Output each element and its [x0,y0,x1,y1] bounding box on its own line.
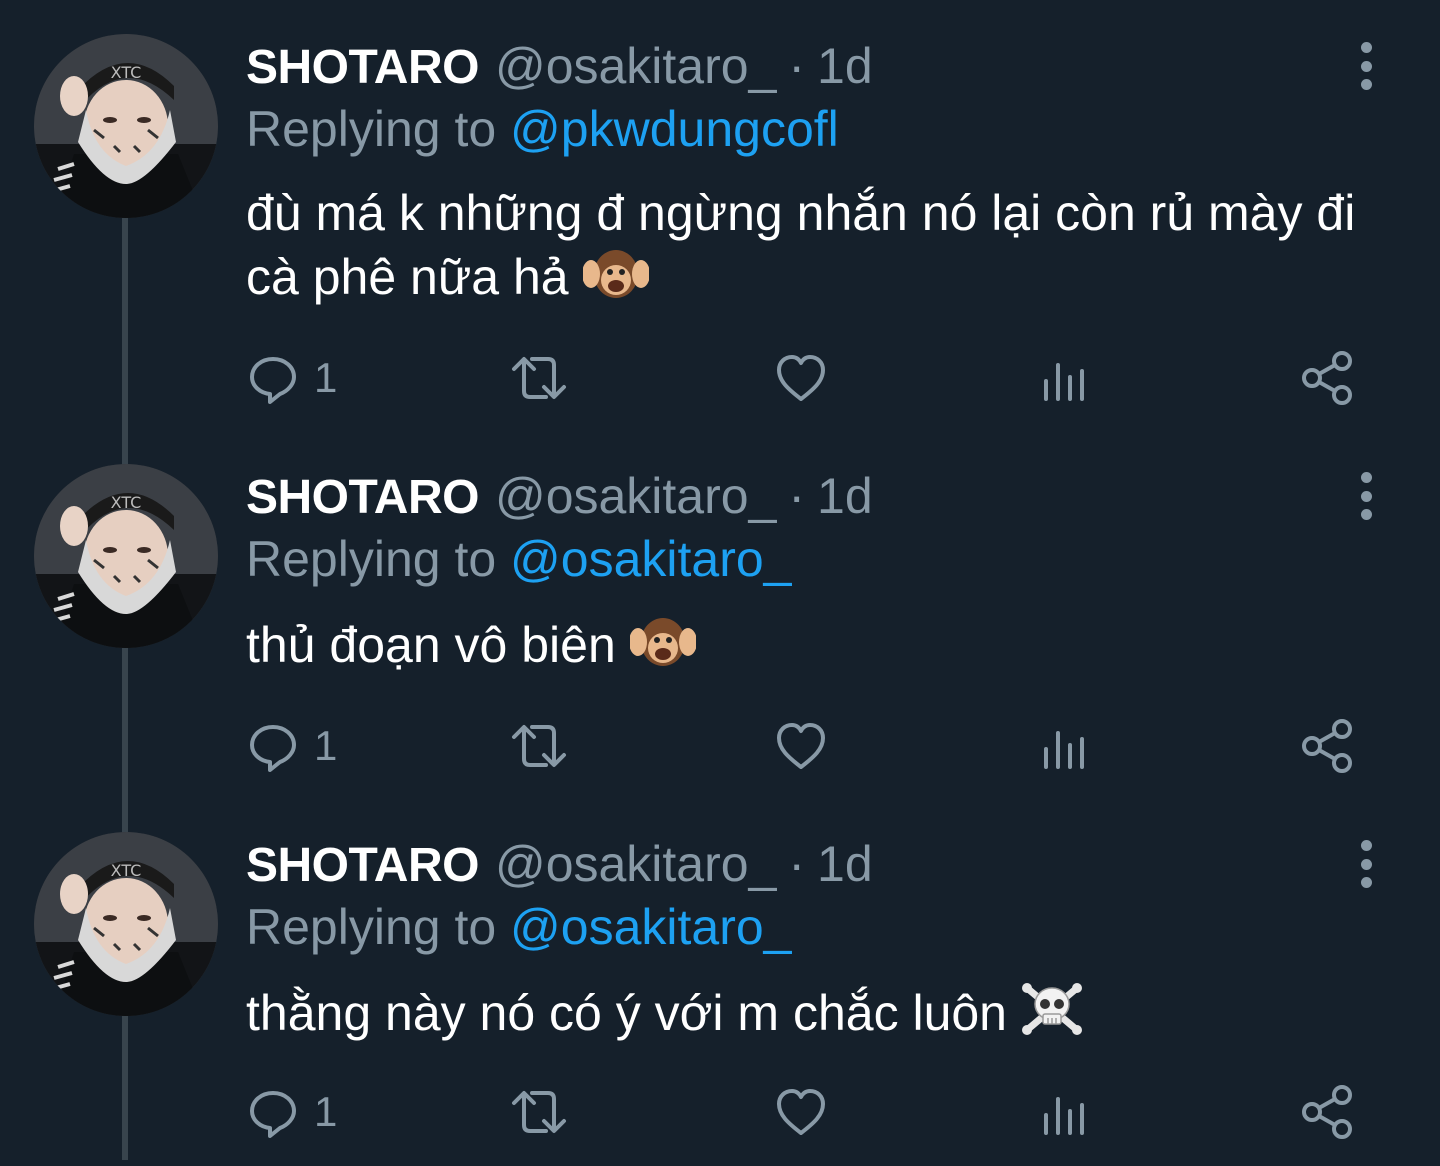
display-name[interactable]: SHOTARO [246,38,479,98]
tweet-actions: 1 [246,1080,1366,1144]
tweet[interactable]: XTC SHOTARO @osakitaro_ · 1d Replying to… [0,0,1440,405]
tweet-header: SHOTARO @osakitaro_ · 1d [246,36,873,96]
replying-to-label: Replying to [246,531,511,587]
hear-no-evil-monkey-icon [581,244,650,316]
separator: · [788,836,806,892]
analytics-button[interactable] [1040,1080,1088,1144]
avatar[interactable]: XTC [34,464,218,648]
tweet-header: SHOTARO @osakitaro_ · 1d [246,466,873,526]
separator: · [788,468,806,524]
avatar[interactable]: XTC [34,34,218,218]
reply-count: 1 [314,722,338,769]
tweet-actions: 1 [246,714,1366,778]
timestamp[interactable]: 1d [817,834,873,894]
tweet-actions: 1 [246,346,1366,410]
retweet-button[interactable] [508,346,570,410]
replying-to: Replying to @osakitaro_ [246,896,792,958]
svg-text:XTC: XTC [111,493,142,512]
heart-icon [777,355,825,401]
reply-count: 1 [314,354,338,401]
reply-icon [250,357,296,404]
retweet-button[interactable] [508,714,570,778]
tweet-text: thủ đoạn vô biên [246,612,1396,684]
reply-button[interactable]: 1 [246,346,337,410]
share-icon [1302,351,1352,405]
retweet-icon [512,1091,566,1133]
share-icon [1302,719,1352,773]
analytics-icon [1044,363,1084,401]
reply-button[interactable]: 1 [246,714,337,778]
more-vertical-icon[interactable] [1352,472,1380,520]
avatar[interactable]: XTC [34,832,218,1016]
reply-count: 1 [314,1088,338,1135]
analytics-button[interactable] [1040,346,1088,410]
reply-target-link[interactable]: @osakitaro_ [510,899,791,955]
handle[interactable]: @osakitaro_ [495,466,776,526]
analytics-icon [1044,1097,1084,1135]
reply-target-link[interactable]: @pkwdungcofl [510,101,839,157]
timestamp[interactable]: 1d [817,36,873,96]
retweet-icon [512,725,566,767]
reply-button[interactable]: 1 [246,1080,337,1144]
retweet-button[interactable] [508,1080,570,1144]
tweet-text: thằng này nó có ý với m chắc luôn [246,980,1396,1052]
tweet-header: SHOTARO @osakitaro_ · 1d [246,834,873,894]
analytics-button[interactable] [1040,714,1088,778]
reply-icon [250,1091,296,1138]
handle[interactable]: @osakitaro_ [495,834,776,894]
tweet-body: thằng này nó có ý với m chắc luôn [246,985,1007,1041]
reply-icon [250,725,296,772]
like-button[interactable] [774,1080,828,1144]
heart-icon [777,1089,825,1135]
like-button[interactable] [774,346,828,410]
share-button[interactable] [1298,714,1356,778]
tweet-body: đù má k những đ ngừng nhắn nó lại còn rủ… [246,185,1356,305]
replying-to-label: Replying to [246,899,511,955]
display-name[interactable]: SHOTARO [246,468,479,528]
replying-to-label: Replying to [246,101,511,157]
replying-to: Replying to @osakitaro_ [246,528,792,590]
svg-text:XTC: XTC [111,63,142,82]
skull-and-crossbones-icon [1021,980,1083,1052]
tweet-text: đù má k những đ ngừng nhắn nó lại còn rủ… [246,182,1396,316]
hear-no-evil-monkey-icon [628,612,697,684]
more-vertical-icon[interactable] [1352,840,1380,888]
replying-to: Replying to @pkwdungcofl [246,98,839,160]
timestamp[interactable]: 1d [817,466,873,526]
share-button[interactable] [1298,346,1356,410]
analytics-icon [1044,731,1084,769]
tweet[interactable]: XTC SHOTARO @osakitaro_ · 1d Replying to… [0,798,1440,1166]
more-vertical-icon[interactable] [1352,42,1380,90]
share-button[interactable] [1298,1080,1356,1144]
like-button[interactable] [774,714,828,778]
reply-target-link[interactable]: @osakitaro_ [510,531,791,587]
tweet[interactable]: XTC SHOTARO @osakitaro_ · 1d Replying to… [0,430,1440,798]
display-name[interactable]: SHOTARO [246,836,479,896]
retweet-icon [512,357,566,399]
separator: · [788,38,806,94]
handle[interactable]: @osakitaro_ [495,36,776,96]
tweet-body: thủ đoạn vô biên [246,617,616,673]
heart-icon [777,723,825,769]
share-icon [1302,1085,1352,1139]
svg-text:XTC: XTC [111,861,142,880]
